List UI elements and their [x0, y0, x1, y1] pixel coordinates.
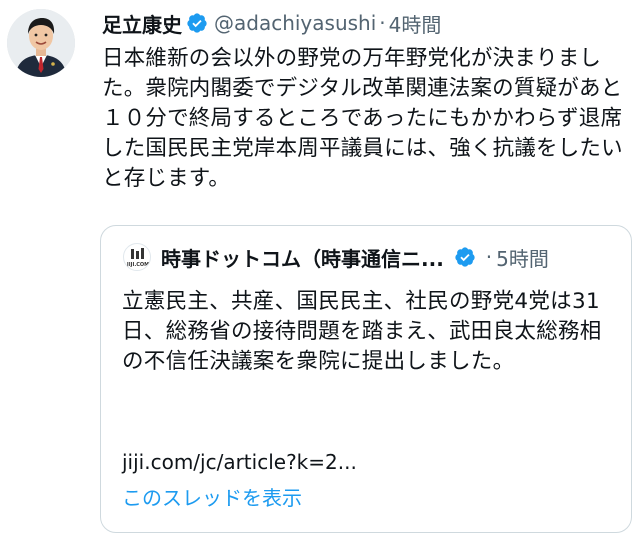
quoted-tweet-timestamp[interactable]: 5時間	[496, 243, 549, 272]
jiji-logo-icon: JIJI.COM	[126, 248, 149, 268]
author-display-name[interactable]: 足立康史	[102, 9, 182, 38]
tweet-timestamp[interactable]: 4時間	[389, 9, 442, 38]
author-avatar[interactable]	[7, 9, 75, 77]
quoted-tweet-link[interactable]: jiji.com/jc/article?k=2...	[122, 450, 357, 474]
quoted-verified-badge-icon	[455, 247, 475, 267]
author-handle[interactable]: @adachiyasushi	[214, 11, 376, 35]
tweet-header: 足立康史 @adachiyasushi · 4時間	[102, 8, 441, 38]
person-in-suit-avatar-icon	[7, 9, 75, 77]
quoted-tweet-text: 立憲民主、共産、国民民主、社民の野党4党は31日、総務省の接待問題を踏まえ、武田…	[122, 289, 602, 374]
quoted-author-avatar[interactable]: JIJI.COM	[123, 243, 151, 271]
jiji-logo-text: JIJI.COM	[126, 262, 149, 268]
verified-badge-icon	[187, 13, 207, 33]
quoted-tweet-header: 時事ドットコム（時事通信ニ... · 5時間	[161, 243, 549, 271]
tweet-text: 日本維新の会以外の野党の万年野党化が決まりました。衆院内閣委でデジタル改革関連法…	[102, 46, 623, 191]
quoted-header-separator: ·	[485, 245, 493, 269]
header-separator: ·	[379, 11, 386, 35]
show-thread-link[interactable]: このスレッドを表示	[122, 482, 302, 511]
tweet[interactable]: 足立康史 @adachiyasushi · 4時間 日本維新の会以外の野党の万年…	[0, 0, 640, 540]
quoted-tweet-card[interactable]: JIJI.COM 時事ドットコム（時事通信ニ... · 5時間 立憲民主、共産、…	[100, 225, 632, 533]
quoted-author-display-name[interactable]: 時事ドットコム（時事通信ニ...	[161, 243, 444, 272]
